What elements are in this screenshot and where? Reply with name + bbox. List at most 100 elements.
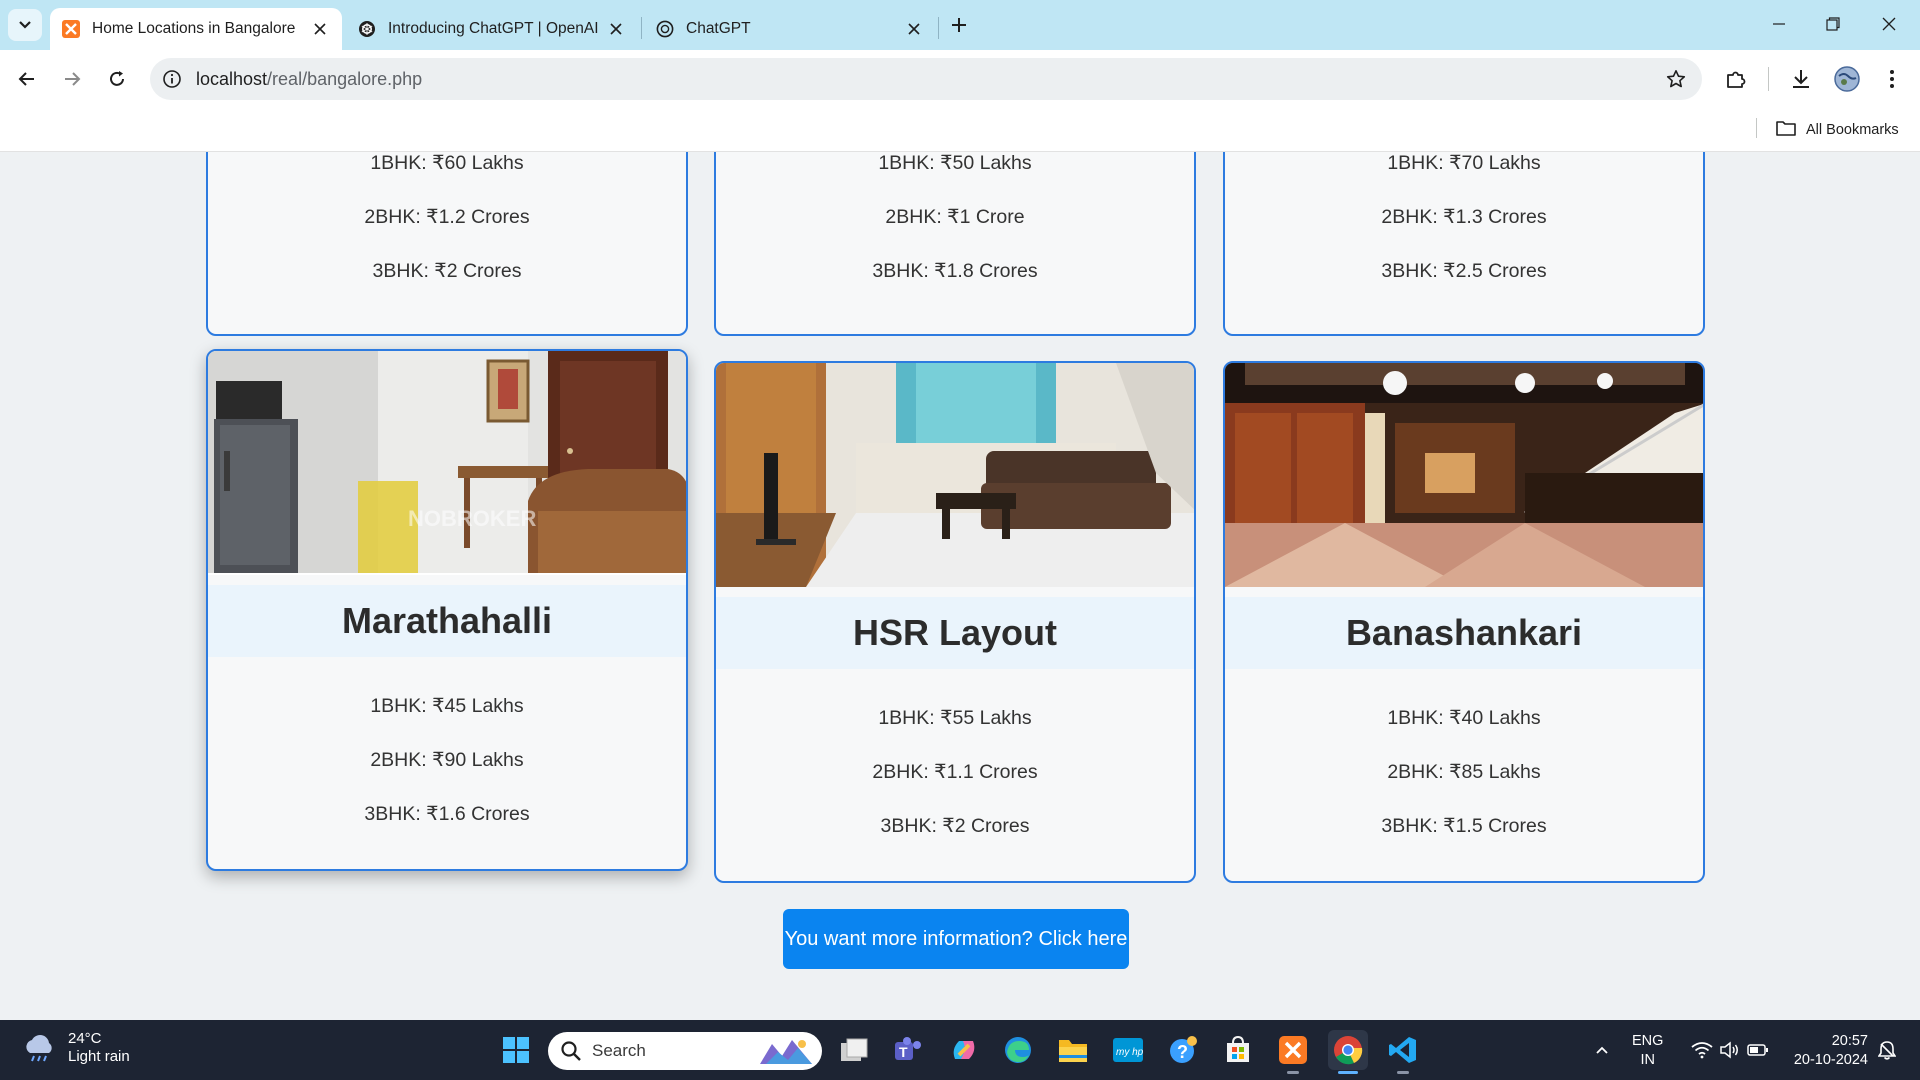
price-3bhk: 3BHK: ₹1.8 Crores xyxy=(872,260,1038,282)
profile-avatar[interactable] xyxy=(1831,63,1863,95)
language-indicator[interactable]: ENG IN xyxy=(1632,1032,1663,1070)
myhp-app[interactable]: my hp xyxy=(1108,1030,1148,1070)
svg-text:T: T xyxy=(899,1044,908,1060)
language-code: ENG xyxy=(1632,1033,1664,1049)
tab-home-locations[interactable]: Home Locations in Bangalore xyxy=(50,8,342,50)
location-name: Banashankari xyxy=(1345,612,1583,653)
openai-icon xyxy=(358,20,376,38)
bookmarks-bar: All Bookmarks xyxy=(0,108,1920,152)
restore-icon xyxy=(1826,17,1840,31)
price-1bhk: 1BHK: ₹50 Lakhs xyxy=(878,152,1032,174)
running-indicator xyxy=(1397,1071,1409,1074)
price-3bhk: 3BHK: ₹2 Crores xyxy=(880,815,1030,837)
nobroker-watermark: NOBROKER xyxy=(408,506,536,531)
location-photo: NOBROKER xyxy=(208,351,686,575)
microsoft-store-app[interactable] xyxy=(1218,1030,1258,1070)
url-text[interactable]: localhost/real/bangalore.php xyxy=(196,69,422,90)
location-card-marathahalli[interactable]: NOBROKER Marathahalli 1BHK: ₹45 Lakhs 2B… xyxy=(206,349,688,871)
arrow-right-icon xyxy=(65,72,81,86)
vscode-app[interactable] xyxy=(1383,1030,1423,1074)
chrome-menu-button[interactable] xyxy=(1876,63,1908,95)
show-hidden-icons-button[interactable] xyxy=(1587,1020,1617,1080)
close-window-button[interactable] xyxy=(1862,0,1916,48)
location-name: HSR Layout xyxy=(852,612,1057,653)
price-2bhk: 2BHK: ₹1.3 Crores xyxy=(1381,206,1547,228)
site-info-icon[interactable] xyxy=(160,67,184,91)
villa-interior-photo-image xyxy=(1225,363,1703,587)
price-3bhk: 3BHK: ₹2.5 Crores xyxy=(1381,260,1547,282)
tab-title: Home Locations in Bangalore xyxy=(92,20,296,37)
bookmark-star-icon[interactable] xyxy=(1664,67,1688,91)
all-bookmarks-label: All Bookmarks xyxy=(1806,122,1899,138)
rain-cloud-icon xyxy=(26,1035,52,1062)
edge-app[interactable] xyxy=(998,1030,1038,1070)
taskbar-search[interactable]: Search xyxy=(548,1032,822,1070)
clock-date: 20-10-2024 xyxy=(1793,1052,1868,1068)
close-icon[interactable] xyxy=(606,19,626,39)
reload-button[interactable] xyxy=(99,61,135,97)
price-1bhk: 1BHK: ₹45 Lakhs xyxy=(370,695,524,717)
forward-button[interactable] xyxy=(54,61,90,97)
system-tray-status[interactable] xyxy=(1685,1020,1775,1080)
notification-bell-icon xyxy=(1878,1041,1896,1060)
download-icon xyxy=(1793,70,1809,88)
tab-chatgpt[interactable]: ChatGPT xyxy=(644,8,936,50)
search-icon xyxy=(561,1041,581,1061)
location-card: 1BHK: ₹60 Lakhs 2BHK: ₹1.2 Crores 3BHK: … xyxy=(206,152,688,336)
file-explorer-app[interactable] xyxy=(1053,1030,1093,1070)
new-tab-button[interactable] xyxy=(944,11,974,39)
xampp-app[interactable] xyxy=(1273,1030,1313,1074)
location-name-bar: Marathahalli xyxy=(208,585,686,657)
price-3bhk: 3BHK: ₹1.5 Crores xyxy=(1381,815,1547,837)
extensions-button[interactable] xyxy=(1720,63,1752,95)
get-help-app[interactable]: ? xyxy=(1163,1030,1203,1070)
location-card-banashankari[interactable]: Banashankari 1BHK: ₹40 Lakhs 2BHK: ₹85 L… xyxy=(1223,361,1705,883)
close-icon[interactable] xyxy=(904,19,924,39)
close-icon[interactable] xyxy=(310,19,330,39)
address-bar[interactable]: localhost/real/bangalore.php xyxy=(150,58,1702,100)
location-card: 1BHK: ₹50 Lakhs 2BHK: ₹1 Crore 3BHK: ₹1.… xyxy=(714,152,1196,336)
svg-text:my hp: my hp xyxy=(1116,1047,1144,1058)
minimize-button[interactable] xyxy=(1752,0,1806,48)
downloads-button[interactable] xyxy=(1785,63,1817,95)
puzzle-icon xyxy=(1727,71,1746,88)
price-list: 1BHK: ₹40 Lakhs 2BHK: ₹85 Lakhs 3BHK: ₹1… xyxy=(1225,669,1703,853)
weather-widget[interactable]: 24°C Light rain xyxy=(22,1030,130,1066)
battery-icon xyxy=(1747,1044,1768,1056)
back-button[interactable] xyxy=(9,61,45,97)
tab-introducing-chatgpt[interactable]: Introducing ChatGPT | OpenAI xyxy=(346,8,638,50)
search-placeholder: Search xyxy=(592,1041,646,1060)
chevron-up-icon xyxy=(1596,1046,1608,1054)
tab-search-button[interactable] xyxy=(8,9,42,41)
chrome-app[interactable] xyxy=(1328,1030,1368,1074)
copilot-app[interactable] xyxy=(944,1030,984,1070)
plus-icon xyxy=(952,18,966,32)
task-view-button[interactable] xyxy=(834,1030,874,1070)
price-list: 1BHK: ₹55 Lakhs 2BHK: ₹1.1 Crores 3BHK: … xyxy=(716,669,1194,853)
start-button[interactable] xyxy=(496,1030,536,1070)
restore-button[interactable] xyxy=(1806,0,1860,48)
volume-icon xyxy=(1720,1041,1738,1059)
price-2bhk: 2BHK: ₹85 Lakhs xyxy=(1387,761,1541,783)
location-name-bar: Banashankari xyxy=(1225,597,1703,669)
svg-text:?: ? xyxy=(1177,1042,1188,1062)
location-card-hsr-layout[interactable]: HSR Layout 1BHK: ₹55 Lakhs 2BHK: ₹1.1 Cr… xyxy=(714,361,1196,883)
page-viewport[interactable]: 1BHK: ₹60 Lakhs 2BHK: ₹1.2 Crores 3BHK: … xyxy=(0,152,1920,1020)
price-3bhk: 3BHK: ₹1.6 Crores xyxy=(364,803,530,825)
price-list: 1BHK: ₹60 Lakhs 2BHK: ₹1.2 Crores 3BHK: … xyxy=(208,152,686,298)
toolbar-separator xyxy=(1768,67,1769,91)
arrow-left-icon xyxy=(18,72,34,86)
all-bookmarks-button[interactable]: All Bookmarks xyxy=(1776,115,1899,145)
location-photo xyxy=(1225,363,1703,587)
taskbar-clock[interactable]: 20:57 20-10-2024 xyxy=(1782,1032,1868,1070)
location-name-bar: HSR Layout xyxy=(716,597,1194,669)
weather-description: Light rain xyxy=(68,1048,130,1065)
price-1bhk: 1BHK: ₹55 Lakhs xyxy=(878,707,1032,729)
price-list: 1BHK: ₹45 Lakhs 2BHK: ₹90 Lakhs 3BHK: ₹1… xyxy=(208,657,686,841)
more-info-button[interactable]: You want more information? Click here xyxy=(783,909,1129,969)
teams-app[interactable]: T xyxy=(888,1030,928,1070)
url-path: /real/bangalore.php xyxy=(267,69,423,89)
browser-toolbar: localhost/real/bangalore.php xyxy=(0,50,1920,108)
price-1bhk: 1BHK: ₹60 Lakhs xyxy=(370,152,524,174)
notifications-button[interactable] xyxy=(1872,1020,1902,1080)
